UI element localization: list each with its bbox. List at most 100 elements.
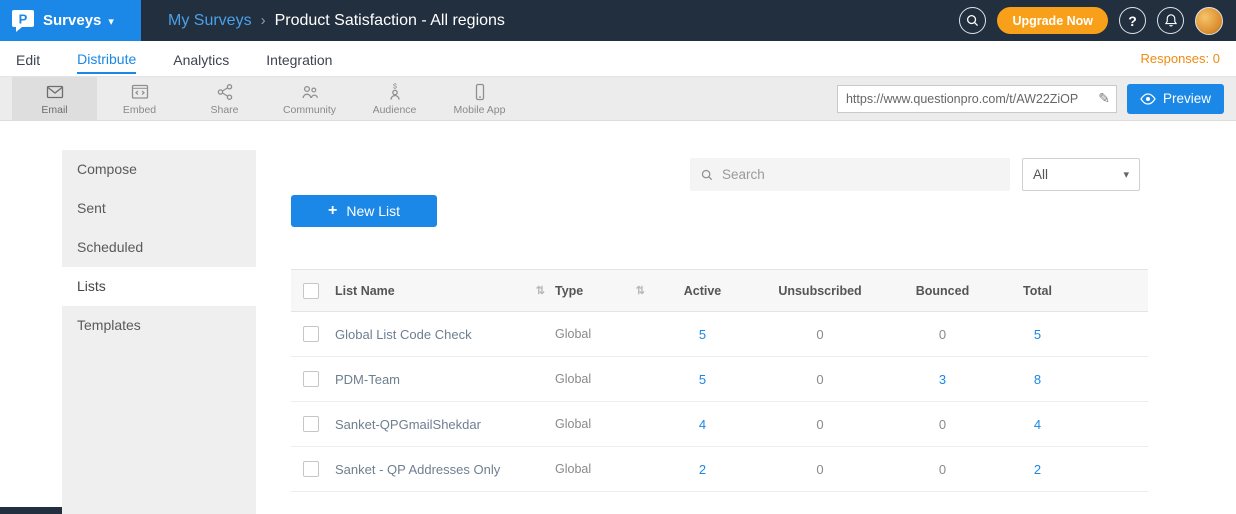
- row-checkbox[interactable]: [303, 371, 319, 387]
- preview-label: Preview: [1163, 91, 1211, 106]
- survey-url-input[interactable]: [837, 85, 1117, 113]
- channel-community[interactable]: Community: [267, 77, 352, 120]
- help-button[interactable]: ?: [1119, 7, 1146, 34]
- filter-selected-value: All: [1033, 167, 1048, 182]
- list-type: Global: [555, 312, 655, 357]
- list-name-link[interactable]: Sanket - QP Addresses Only: [335, 447, 555, 492]
- lists-table: List Name⇅ Type⇅ Active Unsubscribed Bou…: [291, 269, 1148, 492]
- channel-label: Email: [41, 104, 67, 116]
- sidebar-item-lists[interactable]: Lists: [62, 267, 256, 306]
- sort-icon[interactable]: ⇅: [536, 284, 545, 297]
- column-header-bounced: Bounced: [890, 270, 995, 312]
- email-sidebar: Compose Sent Scheduled Lists Templates: [62, 150, 256, 514]
- edit-pencil-icon[interactable]: ✎: [1098, 90, 1110, 107]
- list-name-link[interactable]: PDM-Team: [335, 357, 555, 402]
- column-header-type[interactable]: Type⇅: [555, 270, 655, 312]
- column-header-total: Total: [995, 270, 1080, 312]
- unsubscribed-count[interactable]: 0: [750, 402, 890, 447]
- row-checkbox[interactable]: [303, 416, 319, 432]
- bounced-count[interactable]: 0: [890, 312, 995, 357]
- unsubscribed-count[interactable]: 0: [750, 312, 890, 357]
- channel-label: Mobile App: [454, 104, 506, 116]
- product-menu-label: Surveys: [43, 12, 101, 29]
- channel-embed[interactable]: Embed: [97, 77, 182, 120]
- total-count[interactable]: 5: [995, 312, 1080, 357]
- list-name-link[interactable]: Sanket-QPGmailShekdar: [335, 402, 555, 447]
- active-count[interactable]: 2: [655, 447, 750, 492]
- sidebar-item-compose[interactable]: Compose: [62, 150, 256, 189]
- breadcrumb-survey-title: Product Satisfaction - All regions: [275, 12, 505, 30]
- preview-button[interactable]: Preview: [1127, 84, 1224, 114]
- bounced-count[interactable]: 3: [890, 357, 995, 402]
- table-row: PDM-Team Global 5 0 3 8: [291, 357, 1148, 402]
- channel-mobile-app[interactable]: Mobile App: [437, 77, 522, 120]
- list-type: Global: [555, 447, 655, 492]
- sidebar-item-sent[interactable]: Sent: [62, 189, 256, 228]
- responses-count[interactable]: Responses: 0: [1141, 51, 1221, 66]
- row-checkbox[interactable]: [303, 461, 319, 477]
- channel-label: Community: [283, 104, 336, 116]
- chevron-down-icon: ▾: [108, 15, 114, 28]
- svg-text:$: $: [393, 83, 397, 90]
- active-count[interactable]: 4: [655, 402, 750, 447]
- plus-icon: +: [328, 202, 337, 220]
- new-list-button[interactable]: + New List: [291, 195, 437, 227]
- share-icon: [215, 82, 235, 102]
- column-header-list-name[interactable]: List Name⇅: [335, 270, 555, 312]
- tab-analytics[interactable]: Analytics: [173, 44, 229, 73]
- tab-integration[interactable]: Integration: [266, 44, 332, 73]
- breadcrumb: My Surveys › Product Satisfaction - All …: [168, 12, 505, 30]
- mobile-app-icon: [470, 82, 490, 102]
- active-count[interactable]: 5: [655, 312, 750, 357]
- unsubscribed-count[interactable]: 0: [750, 447, 890, 492]
- total-count[interactable]: 8: [995, 357, 1080, 402]
- channel-audience[interactable]: $ Audience: [352, 77, 437, 120]
- table-row: Global List Code Check Global 5 0 0 5: [291, 312, 1148, 357]
- audience-icon: $: [385, 82, 405, 102]
- channel-email[interactable]: Email: [12, 77, 97, 120]
- breadcrumb-separator: ›: [261, 12, 266, 29]
- surveys-product-menu[interactable]: P Surveys ▾: [0, 0, 141, 41]
- table-row: Sanket - QP Addresses Only Global 2 0 0 …: [291, 447, 1148, 492]
- breadcrumb-my-surveys[interactable]: My Surveys: [168, 12, 252, 30]
- bounced-count[interactable]: 0: [890, 447, 995, 492]
- sort-icon[interactable]: ⇅: [636, 284, 645, 297]
- channel-label: Embed: [123, 104, 156, 116]
- total-count[interactable]: 2: [995, 447, 1080, 492]
- app-header: P Surveys ▾ My Surveys › Product Satisfa…: [0, 0, 1236, 41]
- unsubscribed-count[interactable]: 0: [750, 357, 890, 402]
- content-area: Compose Sent Scheduled Lists Templates A…: [0, 121, 1236, 514]
- lists-panel: All ▾ + New List: [256, 121, 1236, 514]
- email-icon: [45, 82, 65, 102]
- list-name-link[interactable]: Global List Code Check: [335, 312, 555, 357]
- embed-icon: [130, 82, 150, 102]
- list-type: Global: [555, 402, 655, 447]
- upgrade-now-button[interactable]: Upgrade Now: [997, 7, 1108, 34]
- list-search-box: [690, 158, 1010, 191]
- notifications-button[interactable]: [1157, 7, 1184, 34]
- list-type-filter-dropdown[interactable]: All ▾: [1022, 158, 1140, 191]
- column-header-active: Active: [655, 270, 750, 312]
- table-header-row: List Name⇅ Type⇅ Active Unsubscribed Bou…: [291, 270, 1148, 312]
- sidebar-item-templates[interactable]: Templates: [62, 306, 256, 345]
- questionpro-logo-icon: P: [10, 8, 36, 34]
- sidebar-item-scheduled[interactable]: Scheduled: [62, 228, 256, 267]
- channel-share[interactable]: Share: [182, 77, 267, 120]
- footer-strip: [0, 507, 62, 514]
- list-search-input[interactable]: [722, 167, 1000, 182]
- search-button[interactable]: [959, 7, 986, 34]
- select-all-checkbox[interactable]: [303, 283, 319, 299]
- header-actions: Upgrade Now ?: [959, 7, 1236, 35]
- distribute-channel-bar: Email Embed Share Community $ Audience: [0, 77, 1236, 121]
- total-count[interactable]: 4: [995, 402, 1080, 447]
- survey-url-field-wrap: ✎: [837, 85, 1117, 113]
- row-checkbox[interactable]: [303, 326, 319, 342]
- active-count[interactable]: 5: [655, 357, 750, 402]
- bounced-count[interactable]: 0: [890, 402, 995, 447]
- avatar[interactable]: [1195, 7, 1223, 35]
- tab-distribute[interactable]: Distribute: [77, 43, 136, 74]
- questionpro-page: P Surveys ▾ My Surveys › Product Satisfa…: [0, 0, 1236, 514]
- search-icon: [965, 13, 980, 28]
- tab-edit[interactable]: Edit: [16, 44, 40, 73]
- channel-label: Share: [210, 104, 238, 116]
